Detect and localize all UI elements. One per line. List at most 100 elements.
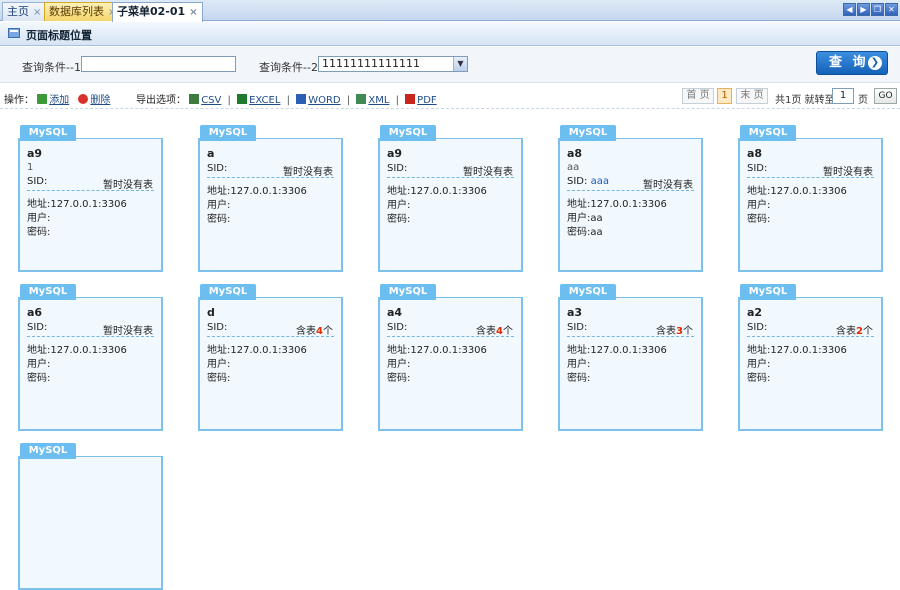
password-row: 密码:	[27, 223, 50, 238]
address-value: 127.0.0.1:3306	[50, 345, 127, 356]
db-type-label: MySQL	[740, 284, 796, 300]
pager-go-button[interactable]: GO	[874, 88, 897, 104]
user-row: 用户:	[27, 209, 50, 224]
address-value: 127.0.0.1:3306	[770, 186, 847, 197]
password-label: 密码:	[387, 214, 411, 225]
add-icon	[37, 94, 48, 104]
tab-label: 主页	[7, 5, 29, 18]
table-count: 暂时没有表	[103, 176, 153, 191]
address-value: 127.0.0.1:3306	[590, 345, 667, 356]
condition-1-input[interactable]	[81, 56, 236, 72]
condition-2-value: 11111111111111	[322, 57, 420, 70]
arrow-left-icon[interactable]: ◀	[843, 3, 856, 16]
export-group: 导出选项： CSV | EXCEL | WORD | XML | PDF	[136, 91, 437, 106]
table-count: 暂时没有表	[823, 163, 873, 178]
address-value: 127.0.0.1:3306	[410, 345, 487, 356]
page-title: 页面标题位置	[26, 29, 92, 42]
user-row: 用户:	[387, 196, 410, 211]
sid-row: SID:	[747, 322, 767, 333]
database-card[interactable]: MySQL	[18, 443, 163, 590]
address-value: 127.0.0.1:3306	[50, 199, 127, 210]
db-name: a2	[747, 306, 763, 319]
card-divider	[567, 190, 694, 191]
separator: |	[346, 95, 351, 106]
db-name: a3	[567, 306, 583, 319]
db-name: a4	[387, 306, 403, 319]
db-name: a9	[387, 147, 403, 160]
card-divider	[207, 336, 334, 337]
close-icon[interactable]: ×	[33, 7, 41, 18]
table-count: 暂时没有表	[463, 163, 513, 178]
database-card[interactable]: MySQL a8 SID: 暂时没有表 地址:127.0.0.1:3306 用户: 密码:	[738, 125, 883, 272]
sid-label: SID:	[747, 163, 768, 174]
database-card[interactable]: MySQL a9 1 SID: 暂时没有表 地址:127.0.0.1:3306 用户: 密码…	[18, 125, 163, 272]
chevron-down-icon[interactable]: ▼	[453, 57, 467, 71]
export-word-link[interactable]: WORD	[308, 95, 340, 106]
close-window-icon[interactable]: ✕	[885, 3, 898, 16]
db-name: a6	[27, 306, 43, 319]
query-button[interactable]: 查 询 ❯	[816, 51, 888, 75]
arrow-right-icon[interactable]: ▶	[857, 3, 870, 16]
database-card[interactable]: MySQL a8 aa SID: aaa 暂时没有表 地址:127.0.0.1:3306 用…	[558, 125, 703, 272]
table-count: 暂时没有表	[103, 322, 153, 337]
database-card[interactable]: MySQL a4 SID: 含表4个 地址:127.0.0.1:3306 用户: 密码:	[378, 284, 523, 431]
operations-group: 操作： 添加 删除	[4, 91, 110, 106]
tab-submenu-02-01[interactable]: 子菜单02-01 ×	[112, 2, 203, 22]
db-alias: aa	[567, 162, 580, 173]
address-row: 地址:127.0.0.1:3306	[207, 341, 307, 356]
sid-row: SID:	[27, 176, 47, 187]
db-type-label: MySQL	[740, 125, 796, 141]
sid-value: aaa	[590, 176, 609, 187]
pager-last-button[interactable]: 末 页	[736, 88, 768, 104]
database-card[interactable]: MySQL a9 SID: 暂时没有表 地址:127.0.0.1:3306 用户: 密码:	[378, 125, 523, 272]
password-label: 密码:	[567, 227, 591, 238]
card-divider	[207, 177, 334, 178]
address-value: 127.0.0.1:3306	[230, 186, 307, 197]
address-row: 地址:127.0.0.1:3306	[747, 341, 847, 356]
pager-page-input[interactable]: 1	[832, 88, 854, 104]
db-type-label: MySQL	[20, 284, 76, 300]
address-row: 地址:127.0.0.1:3306	[27, 341, 127, 356]
database-card[interactable]: MySQL d SID: 含表4个 地址:127.0.0.1:3306 用户: 密码:	[198, 284, 343, 431]
export-csv-link[interactable]: CSV	[201, 95, 221, 106]
database-card[interactable]: MySQL a6 SID: 暂时没有表 地址:127.0.0.1:3306 用户: 密码:	[18, 284, 163, 431]
password-label: 密码:	[27, 373, 51, 384]
sid-label: SID:	[567, 322, 588, 333]
tab-home[interactable]: 主页 ×	[2, 2, 47, 21]
password-label: 密码:	[747, 373, 771, 384]
table-count: 含表2个	[836, 322, 873, 337]
password-label: 密码:	[207, 373, 231, 384]
export-label: 导出选项：	[136, 95, 186, 106]
pager-current-page[interactable]: 1	[717, 88, 732, 104]
password-label: 密码:	[567, 373, 591, 384]
user-row: 用户:	[27, 355, 50, 370]
condition-2-select[interactable]: 11111111111111 ▼	[318, 56, 468, 72]
password-row: 密码:	[387, 369, 410, 384]
close-icon[interactable]: ×	[189, 7, 197, 18]
table-count: 暂时没有表	[643, 176, 693, 191]
separator: |	[395, 95, 399, 106]
db-type-label: MySQL	[20, 443, 76, 459]
table-count: 含表3个	[656, 322, 693, 337]
database-card[interactable]: MySQL a SID: 暂时没有表 地址:127.0.0.1:3306 用户: 密码:	[198, 125, 343, 272]
export-pdf-link[interactable]: PDF	[417, 95, 436, 106]
password-row: 密码:	[387, 210, 410, 225]
password-row: 密码:	[567, 369, 590, 384]
db-type-label: MySQL	[380, 284, 436, 300]
add-link[interactable]: 添加	[49, 95, 69, 106]
address-row: 地址:127.0.0.1:3306	[207, 182, 307, 197]
db-name: a8	[747, 147, 763, 160]
export-excel-link[interactable]: EXCEL	[249, 95, 280, 106]
tab-database-list[interactable]: 数据库列表×	[44, 2, 122, 21]
delete-link[interactable]: 删除	[90, 95, 110, 106]
export-xml-link[interactable]: XML	[368, 95, 389, 106]
address-value: 127.0.0.1:3306	[230, 345, 307, 356]
query-button-label: 查 询	[829, 55, 869, 70]
restore-icon[interactable]: ❐	[871, 3, 884, 16]
pager-first-button[interactable]: 首 页	[682, 88, 714, 104]
password-row: 密码:	[207, 210, 230, 225]
database-card[interactable]: MySQL a3 SID: 含表3个 地址:127.0.0.1:3306 用户: 密码:	[558, 284, 703, 431]
database-card[interactable]: MySQL a2 SID: 含表2个 地址:127.0.0.1:3306 用户: 密码:	[738, 284, 883, 431]
password-label: 密码:	[387, 373, 411, 384]
excel-icon	[237, 94, 248, 104]
